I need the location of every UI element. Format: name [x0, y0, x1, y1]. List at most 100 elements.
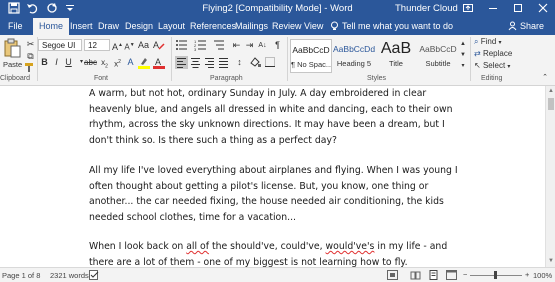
show-hide-formatting-icon[interactable]: ¶ — [271, 39, 284, 52]
change-case-icon[interactable]: Aa — [137, 39, 150, 52]
vertical-scrollbar[interactable]: ▲ ▼ — [545, 86, 555, 267]
style-name: Heading 5 — [336, 59, 372, 68]
chevron-down-icon: ▾ — [507, 64, 511, 70]
lightbulb-icon — [331, 21, 338, 30]
paragraph-group-label: Paragraph — [210, 75, 243, 82]
replace-button[interactable]: ⇄ Replace — [474, 49, 512, 60]
group-divider — [287, 37, 288, 81]
search-icon: ⌕ — [474, 37, 479, 46]
find-label: Find — [480, 37, 497, 46]
format-painter-icon[interactable] — [24, 62, 37, 75]
style-heading-5[interactable]: AaBbCcDd Heading 5 — [333, 39, 375, 73]
decrease-indent-icon[interactable]: ⇤ — [230, 39, 243, 52]
style-name: ¶ No Spac... — [291, 60, 332, 69]
styles-group-label: Styles — [367, 75, 387, 82]
multilevel-list-icon[interactable] — [213, 39, 226, 52]
tab-draw[interactable]: Draw — [98, 21, 119, 31]
shrink-font-icon[interactable]: A▼ — [123, 39, 136, 52]
select-arrow-icon: ↖ — [474, 61, 481, 70]
select-label: Select — [482, 61, 506, 70]
highlight-color-icon[interactable] — [138, 56, 151, 69]
minimize-icon[interactable] — [487, 2, 501, 16]
paragraph-3[interactable]: When I look back on all of the should've… — [89, 239, 464, 267]
svg-text:3: 3 — [194, 47, 197, 51]
tell-me-box[interactable]: Tell me what you want to do — [330, 21, 453, 31]
svg-text:A: A — [153, 40, 159, 50]
borders-icon[interactable] — [264, 56, 277, 69]
read-mode-icon[interactable] — [410, 270, 421, 280]
strikethrough-icon[interactable]: abc — [84, 56, 97, 69]
align-center-icon[interactable] — [189, 56, 202, 69]
tab-home[interactable]: Home — [33, 18, 70, 35]
paragraph-1[interactable]: A warm, but not hot, ordinary Sunday in … — [89, 86, 464, 148]
share-button[interactable]: Share — [508, 21, 544, 31]
proofing-icon[interactable] — [89, 270, 100, 280]
print-layout-icon[interactable] — [428, 270, 439, 280]
person-icon — [508, 21, 517, 31]
web-layout-icon[interactable] — [446, 270, 457, 280]
zoom-in-button[interactable]: + — [525, 270, 529, 279]
style-no-spacing[interactable]: AaBbCcD ¶ No Spac... — [290, 39, 332, 73]
close-icon[interactable] — [537, 2, 551, 16]
shading-icon[interactable] — [249, 56, 262, 69]
text-effects-icon[interactable]: A — [124, 56, 137, 69]
align-left-icon[interactable] — [175, 56, 188, 69]
zoom-out-button[interactable]: − — [463, 270, 467, 279]
find-button[interactable]: ⌕ Find ▾ — [474, 37, 502, 48]
collapse-ribbon-icon[interactable]: ⌃ — [540, 71, 550, 84]
zoom-level[interactable]: 100% — [533, 271, 552, 280]
tab-view[interactable]: View — [304, 21, 323, 31]
styles-more-icon[interactable]: ▾ — [459, 60, 467, 73]
font-size-select[interactable]: 12 — [84, 39, 110, 51]
spelling-flagged-word[interactable]: would've's — [326, 241, 375, 252]
scroll-down-icon[interactable]: ▼ — [547, 257, 555, 265]
tab-insert[interactable]: Insert — [70, 21, 93, 31]
style-sample: AaBbCcDd — [333, 44, 375, 54]
ribbon-tabs: File Home Insert Draw Design Layout Refe… — [0, 18, 555, 35]
user-name[interactable]: Thunder Cloud — [395, 3, 458, 14]
superscript-icon[interactable]: x2 — [111, 56, 124, 69]
tab-review[interactable]: Review — [272, 21, 302, 31]
paragraph-2[interactable]: All my life I've loved everything about … — [89, 163, 464, 225]
paste-icon — [4, 38, 21, 58]
maximize-icon[interactable] — [512, 2, 526, 16]
zoom-slider-thumb[interactable] — [494, 271, 497, 279]
page-count[interactable]: Page 1 of 8 — [2, 271, 40, 280]
justify-icon[interactable] — [217, 56, 230, 69]
bullets-icon[interactable] — [175, 39, 188, 52]
group-divider — [470, 37, 471, 81]
grammar-flagged-word[interactable]: all of — [186, 241, 209, 252]
word-count[interactable]: 2321 words — [50, 271, 89, 280]
increase-indent-icon[interactable]: ⇥ — [243, 39, 256, 52]
line-spacing-icon[interactable]: ↕ — [233, 56, 246, 69]
ribbon-display-options-icon[interactable] — [462, 2, 476, 16]
tab-mailings[interactable]: Mailings — [235, 21, 268, 31]
underline-icon[interactable]: U — [62, 56, 75, 69]
font-group-label: Font — [94, 75, 109, 82]
style-title[interactable]: AaB Title — [375, 39, 417, 73]
select-button[interactable]: ↖ Select ▾ — [474, 61, 510, 72]
paragraph-3-text-start: When I look back on — [89, 241, 187, 252]
focus-mode-icon[interactable] — [387, 270, 398, 280]
document-canvas[interactable]: A warm, but not hot, ordinary Sunday in … — [0, 86, 545, 267]
font-color-icon[interactable]: A — [153, 56, 166, 69]
editing-group-label: Editing — [481, 75, 503, 82]
tell-me-label: Tell me what you want to do — [342, 21, 454, 31]
tab-references[interactable]: References — [190, 21, 236, 31]
scroll-up-icon[interactable]: ▲ — [547, 87, 555, 95]
numbering-icon[interactable]: 123 — [194, 39, 207, 52]
paste-button[interactable]: Paste — [3, 38, 23, 72]
subscript-icon[interactable]: x2 — [98, 56, 111, 70]
style-sample: AaBbCcD — [419, 44, 457, 54]
clear-formatting-icon[interactable]: A — [153, 39, 166, 52]
tab-file[interactable]: File — [8, 21, 23, 31]
group-divider — [171, 37, 172, 81]
scrollbar-thumb[interactable] — [548, 98, 554, 110]
tab-layout[interactable]: Layout — [158, 21, 185, 31]
align-right-icon[interactable] — [203, 56, 216, 69]
replace-label: Replace — [482, 49, 513, 58]
style-subtitle[interactable]: AaBbCcD Subtitle — [417, 39, 459, 73]
font-name-select[interactable]: Segoe UI — [38, 39, 82, 51]
tab-design[interactable]: Design — [125, 21, 153, 31]
sort-icon[interactable]: A↓ — [256, 39, 269, 52]
